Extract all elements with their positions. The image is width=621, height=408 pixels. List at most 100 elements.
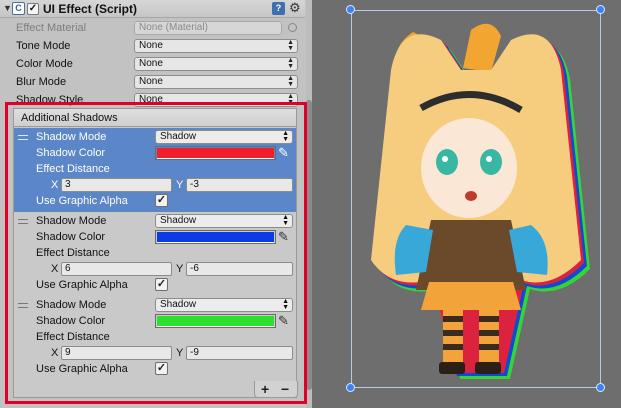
shadow-entry-2[interactable]: Shadow Mode Shadow ▲ ▼ Shadow Color ✎ Eff… (14, 212, 296, 296)
shadow-color-row: Shadow Color ✎ (14, 145, 296, 161)
shadow-mode-row: Shadow Mode Shadow ▲ ▼ (14, 213, 296, 229)
use-graphic-alpha-row: Use Graphic Alpha ✓ (14, 277, 296, 293)
x-label: X (51, 347, 59, 359)
shadow-color-row: Shadow Color ✎ (14, 313, 296, 329)
help-icon[interactable]: ? (272, 2, 285, 15)
shadow-color-swatch[interactable] (155, 314, 276, 328)
color-mode-value: None (139, 58, 163, 69)
shadow-mode-value: Shadow (160, 299, 197, 310)
x-input[interactable]: 3 (61, 178, 172, 192)
dropdown-arrows-icon: ▲ ▼ (287, 75, 294, 88)
remove-shadow-button[interactable]: − (281, 381, 289, 397)
shadow-color-label: Shadow Color (36, 231, 106, 243)
add-shadow-button[interactable]: + (261, 381, 269, 397)
tone-mode-dropdown[interactable]: None ▲ ▼ (134, 39, 298, 53)
shadow-mode-dropdown[interactable]: Shadow ▲ ▼ (155, 214, 293, 228)
rect-transform-outline[interactable] (351, 10, 601, 388)
eyedropper-icon[interactable]: ✎ (278, 313, 289, 329)
use-graphic-alpha-label: Use Graphic Alpha (36, 363, 128, 375)
alpha-bar (157, 158, 274, 159)
eyedropper-icon[interactable]: ✎ (278, 145, 289, 161)
effect-material-row: Effect Material None (Material) (0, 19, 305, 37)
effect-distance-label: Effect Distance (36, 331, 110, 343)
x-label: X (51, 179, 59, 191)
color-fill (157, 316, 274, 326)
shadow-color-label: Shadow Color (36, 147, 106, 159)
shadow-mode-label: Shadow Mode (36, 299, 107, 311)
shadow-mode-row: Shadow Mode Shadow ▲ ▼ (14, 297, 296, 313)
use-graphic-alpha-row: Use Graphic Alpha ✓ (14, 361, 296, 377)
shadow-mode-label: Shadow Mode (36, 131, 107, 143)
dropdown-arrows-icon: ▲ ▼ (287, 39, 294, 52)
use-graphic-alpha-row: Use Graphic Alpha ✓ (14, 193, 296, 209)
component-title: UI Effect (Script) (43, 2, 138, 16)
x-input[interactable]: 6 (61, 262, 172, 276)
foldout-arrow-icon[interactable]: ▼ (3, 3, 12, 13)
color-mode-dropdown[interactable]: None ▲ ▼ (134, 57, 298, 71)
use-graphic-alpha-label: Use Graphic Alpha (36, 195, 128, 207)
shadow-mode-dropdown[interactable]: Shadow ▲ ▼ (155, 130, 293, 144)
effect-distance-xy-row: X 3 Y -3 (14, 177, 296, 193)
script-icon: C (12, 2, 25, 15)
dropdown-arrows-icon: ▲ ▼ (282, 214, 289, 227)
effect-distance-label: Effect Distance (36, 163, 110, 175)
additional-shadows-list: Additional Shadows Shadow Mode Shadow ▲ ▼… (13, 108, 298, 398)
y-input[interactable]: -3 (186, 178, 293, 192)
shadow-mode-label: Shadow Mode (36, 215, 107, 227)
rect-handle-top-left[interactable] (346, 5, 355, 14)
tone-mode-label: Tone Mode (16, 40, 71, 52)
component-header[interactable]: ▼ C ✓ UI Effect (Script) ? ⚙ (0, 0, 305, 18)
effect-distance-row: Effect Distance (14, 161, 296, 177)
effect-distance-xy-row: X 9 Y -9 (14, 345, 296, 361)
shadow-mode-row: Shadow Mode Shadow ▲ ▼ (14, 129, 296, 145)
shadow-mode-value: Shadow (160, 131, 197, 142)
effect-distance-label: Effect Distance (36, 247, 110, 259)
dropdown-arrows-icon: ▲ ▼ (287, 57, 294, 70)
effect-distance-xy-row: X 6 Y -6 (14, 261, 296, 277)
blur-mode-dropdown[interactable]: None ▲ ▼ (134, 75, 298, 89)
color-fill (157, 232, 274, 242)
shadow-entry-3[interactable]: Shadow Mode Shadow ▲ ▼ Shadow Color ✎ Eff… (14, 296, 296, 380)
scene-view[interactable] (313, 0, 621, 408)
use-graphic-alpha-checkbox[interactable]: ✓ (155, 278, 168, 291)
list-header-label: Additional Shadows (21, 112, 118, 124)
rect-handle-bottom-left[interactable] (346, 383, 355, 392)
shadow-color-swatch[interactable] (155, 146, 276, 160)
color-mode-label: Color Mode (16, 58, 73, 70)
dropdown-arrows-icon: ▲ ▼ (282, 130, 289, 143)
effect-distance-row: Effect Distance (14, 245, 296, 261)
component-enable-checkbox[interactable]: ✓ (27, 3, 39, 15)
tone-mode-value: None (139, 40, 163, 51)
gear-icon[interactable]: ⚙ (289, 0, 301, 16)
use-graphic-alpha-checkbox[interactable]: ✓ (155, 362, 168, 375)
y-input[interactable]: -9 (186, 346, 293, 360)
y-input[interactable]: -6 (186, 262, 293, 276)
rect-handle-top-right[interactable] (596, 5, 605, 14)
effect-material-field[interactable]: None (Material) (134, 21, 282, 35)
alpha-bar (157, 326, 274, 327)
blur-mode-label: Blur Mode (16, 76, 67, 88)
effect-material-label: Effect Material (16, 22, 87, 34)
x-label: X (51, 263, 59, 275)
tone-mode-row: Tone Mode None ▲ ▼ (0, 37, 305, 55)
shadow-color-swatch[interactable] (155, 230, 276, 244)
color-fill (157, 148, 274, 158)
y-label: Y (176, 347, 184, 359)
y-label: Y (176, 179, 184, 191)
object-picker-icon[interactable] (288, 23, 297, 32)
eyedropper-icon[interactable]: ✎ (278, 229, 289, 245)
blur-mode-value: None (139, 76, 163, 87)
y-label: Y (176, 263, 184, 275)
list-footer: + − (254, 381, 298, 398)
x-input[interactable]: 9 (61, 346, 172, 360)
shadow-mode-value: Shadow (160, 215, 197, 226)
shadow-entry-1[interactable]: Shadow Mode Shadow ▲ ▼ Shadow Color ✎ Eff… (14, 128, 296, 212)
inspector-panel: ▼ C ✓ UI Effect (Script) ? ⚙ Effect Mate… (0, 0, 312, 408)
blur-mode-row: Blur Mode None ▲ ▼ (0, 73, 305, 91)
use-graphic-alpha-checkbox[interactable]: ✓ (155, 194, 168, 207)
shadow-mode-dropdown[interactable]: Shadow ▲ ▼ (155, 298, 293, 312)
shadow-color-label: Shadow Color (36, 315, 106, 327)
rect-handle-bottom-right[interactable] (596, 383, 605, 392)
dropdown-arrows-icon: ▲ ▼ (282, 298, 289, 311)
shadow-color-row: Shadow Color ✎ (14, 229, 296, 245)
